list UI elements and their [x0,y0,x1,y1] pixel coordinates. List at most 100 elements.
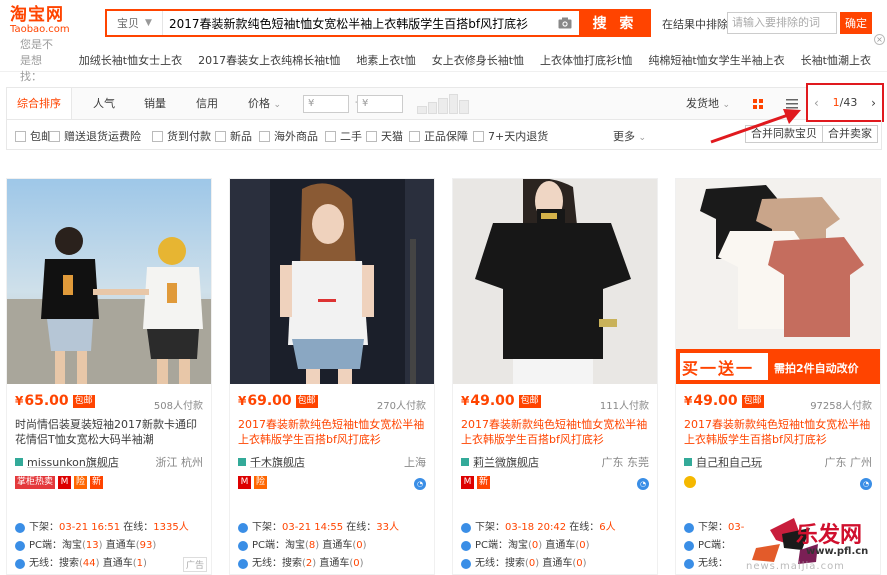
checkbox[interactable] [325,130,336,142]
filter-genuine[interactable]: 正品保障 [409,128,468,144]
grid-view-icon[interactable] [751,97,765,111]
search-button[interactable]: 搜 索 [579,9,651,37]
filter-tmall[interactable]: 天猫 [366,128,403,144]
price-range-histogram[interactable] [417,94,469,114]
filter-label: 正品保障 [424,130,468,143]
wangwang-icon[interactable]: ◔ [637,478,649,490]
checkbox[interactable] [15,130,26,142]
shop-name: 千木旗舰店 [250,456,305,469]
product-image[interactable] [453,179,657,384]
product-image[interactable] [230,179,434,384]
product-title[interactable]: 2017春装新款纯色短袖t恤女宽松半袖上衣韩版学生百搭bf风打底衫 [684,417,876,447]
suggestion-link[interactable]: 纯棉短袖t恤女学生半袖上衣 [648,52,784,68]
shop-link[interactable]: missunkon旗舰店 [15,454,119,470]
filter-new[interactable]: 新品 [215,128,252,144]
shop-name: missunkon旗舰店 [27,456,119,469]
product-image[interactable] [7,179,211,384]
chevron-down-icon: ⌄ [638,133,647,143]
taobao-logo[interactable]: 淘宝网 Taobao.com [10,6,90,38]
suggestion-link[interactable]: 加绒长袖t恤女士上衣 [79,52,182,68]
suggestion-link[interactable]: 地素上衣t恤 [356,52,415,68]
hot-seller-badge[interactable]: 掌柜热卖 [15,476,56,489]
camera-icon[interactable] [551,11,579,35]
zhitong-label: 直通车 [102,558,133,569]
product-image[interactable]: 买一送一 需拍2件自动改价 [676,179,880,384]
mobile-label: 无线： [698,558,728,569]
gold-medal-icon[interactable] [684,476,696,488]
wangwang-icon[interactable]: ◔ [860,478,872,490]
checkbox[interactable] [409,130,420,142]
free-shipping-badge: 包邮 [295,394,318,408]
online-label: 在线： [346,522,377,533]
checkbox[interactable] [473,130,484,142]
pc-zhitong: 93 [139,540,153,551]
sort-bar: 综合排序 人气 销量 信用 价格 ⌄ ¥ - ¥ 发货地 ⌄ ‹ 1/43 › [6,83,884,122]
shop-link[interactable]: 千木旗舰店 [238,454,305,470]
merge-same-button[interactable]: 合并同款宝贝 [745,125,823,143]
shop-link[interactable]: 莉兰微旗舰店 [461,454,539,470]
close-icon[interactable]: × [874,34,885,45]
exclude-input[interactable]: 请输入要排除的词 [727,12,837,34]
search-input[interactable]: 2017春装新款纯色短袖t恤女宽松半袖上衣韩版学生百搭bf风打底衫 [163,15,551,32]
product-price: ¥69.00 包邮 [238,393,318,409]
ship-from-select[interactable]: 发货地 ⌄ [686,88,730,121]
location: 广东 广州 [824,456,873,469]
new-icon[interactable]: 新 [90,476,104,489]
checkbox[interactable] [259,130,270,142]
new-icon[interactable]: 新 [477,476,490,489]
filter-free-shipping[interactable]: 包邮 [15,128,52,144]
wangwang-icon[interactable]: ◔ [414,478,426,490]
tmall-icon[interactable]: M [58,476,72,489]
confirm-button[interactable]: 确定 [840,12,872,34]
filter-return-insurance[interactable]: 赠送退货运费险 [49,128,141,144]
product-title[interactable]: 2017春装新款纯色短袖t恤女宽松半袖上衣韩版学生百搭bf风打底衫 [461,417,653,447]
checkbox[interactable] [215,130,226,142]
search-type-select[interactable]: 宝贝 ▼ [107,11,163,35]
prev-page-button[interactable]: ‹ [814,96,819,110]
shop-icon [238,458,246,466]
filter-label: 7+天内退货 [488,130,549,143]
filter-cod[interactable]: 货到付款 [152,128,211,144]
promo-banner-left: 买一送一 [682,359,755,378]
next-page-button[interactable]: › [871,96,876,110]
guarantee-icon[interactable]: 险 [74,476,88,489]
mobile-icon [461,559,471,569]
sort-price-label: 价格 [248,97,270,110]
tmall-icon[interactable]: M [238,476,251,489]
product-title[interactable]: 时尚情侣装夏装短袖2017新款卡通印花情侣T恤女宽松大码半袖潮 [15,417,207,447]
checkbox[interactable] [152,130,163,142]
suggestion-link[interactable]: 长袖t恤潮上衣 [801,52,871,68]
suggestion-link[interactable]: 上衣体恤打底衫t恤 [540,52,632,68]
page-indicator: 1/43 [833,96,858,109]
filter-overseas[interactable]: 海外商品 [259,128,318,144]
product-card[interactable]: ¥65.00 包邮 508人付款 时尚情侣装夏装短袖2017新款卡通印花情侣T恤女… [6,178,212,575]
guarantee-icon[interactable]: 险 [254,476,267,489]
sort-credit[interactable]: 信用 [196,88,218,119]
tmall-icon[interactable]: M [461,476,474,489]
sort-popularity[interactable]: 人气 [93,88,115,119]
filter-label: 二手 [340,130,362,143]
suggestion-link[interactable]: 2017春装女上衣纯棉长袖t恤 [198,52,340,68]
filter-secondhand[interactable]: 二手 [325,128,362,144]
pc-icon [461,541,471,551]
checkbox[interactable] [49,130,60,142]
price-max-input[interactable]: ¥ [357,95,403,113]
product-card[interactable]: ¥69.00 包邮 270人付款 2017春装新款纯色短袖t恤女宽松半袖上衣韩版学… [229,178,435,575]
price-value: 49.00 [470,393,515,409]
sort-default[interactable]: 综合排序 [7,88,72,119]
checkbox[interactable] [366,130,377,142]
product-price: ¥65.00 包邮 [15,393,95,409]
shop-link[interactable]: 自己和自己玩 [684,454,762,470]
merge-seller-button[interactable]: 合并卖家 [822,125,878,143]
price-min-input[interactable]: ¥ [303,95,349,113]
suggestion-link[interactable]: 女上衣修身长袖t恤 [432,52,524,68]
pc-label: PC端： [252,540,286,551]
sort-price[interactable]: 价格 ⌄ [248,88,281,119]
product-card[interactable]: ¥49.00 包邮 111人付款 2017春装新款纯色短袖t恤女宽松半袖上衣韩版学… [452,178,658,575]
list-view-icon[interactable] [785,97,799,111]
pager: ‹ 1/43 › [806,83,884,122]
more-filters-button[interactable]: 更多 ⌄ [613,128,646,144]
sort-sales[interactable]: 销量 [144,88,166,119]
product-title[interactable]: 2017春装新款纯色短袖t恤女宽松半袖上衣韩版学生百搭bf风打底衫 [238,417,430,447]
filter-7day-return[interactable]: 7+天内退货 [473,128,548,144]
